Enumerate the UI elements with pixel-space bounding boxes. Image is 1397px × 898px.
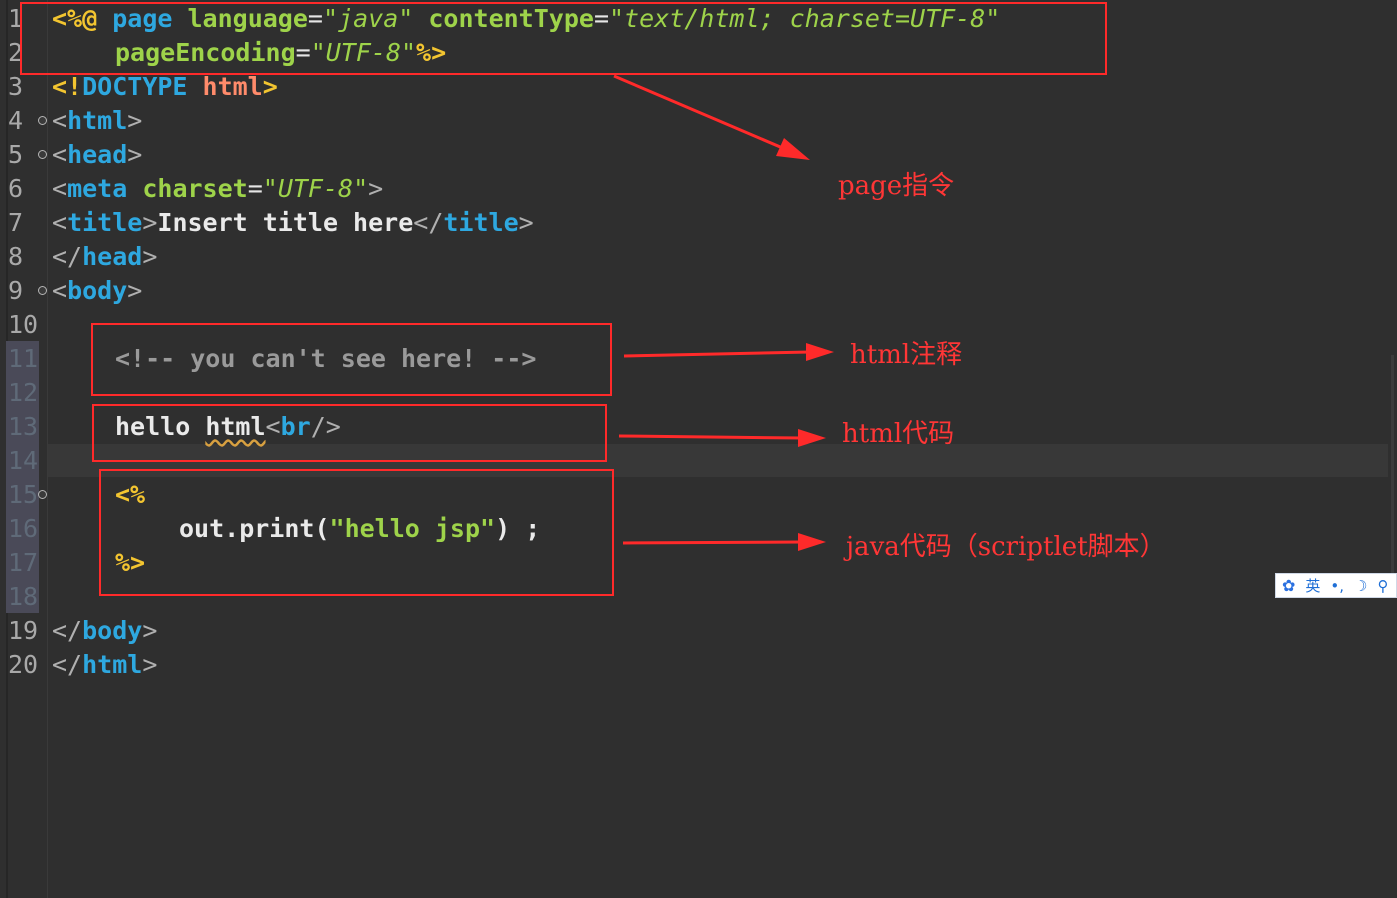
html-code-highlight-box xyxy=(92,404,607,462)
fold-toggle-icon[interactable] xyxy=(38,490,47,499)
search-icon[interactable]: ⚲ xyxy=(1378,577,1389,595)
line-number: 19 xyxy=(8,616,39,645)
tag-name: html xyxy=(82,650,143,679)
doctype-html: html xyxy=(202,72,263,101)
fold-toggle-icon[interactable] xyxy=(38,116,47,125)
bracket: < xyxy=(52,106,68,135)
java-code-highlight-box xyxy=(99,469,614,596)
line-number: 6 xyxy=(8,174,24,203)
line-number: 9 xyxy=(8,276,24,305)
line-number: 14 xyxy=(8,446,39,475)
code-line-7[interactable]: <title>Insert title here</title> xyxy=(52,206,534,240)
arrow-html-comment xyxy=(623,343,834,361)
code-line-20[interactable]: </html> xyxy=(52,648,157,682)
line-number: 17 xyxy=(8,548,39,577)
scroll-indicator[interactable] xyxy=(1391,355,1394,595)
bracket: > xyxy=(368,174,384,203)
tag-name: html xyxy=(67,106,128,135)
line-number: 18 xyxy=(8,582,39,611)
page-directive-highlight-box xyxy=(20,2,1107,75)
arrow-java-code xyxy=(622,533,826,551)
line-number: 12 xyxy=(8,378,39,407)
punctuation-icon[interactable]: •, xyxy=(1330,577,1344,595)
attr-name: charset xyxy=(142,174,248,203)
bracket: > xyxy=(142,208,158,237)
code-line-19[interactable]: </body> xyxy=(52,614,157,648)
annotation-html-comment: html注释 xyxy=(850,340,963,370)
line-number: 13 xyxy=(8,412,39,441)
line-number: 11 xyxy=(8,344,39,373)
tag-name: meta xyxy=(67,174,128,203)
bracket: < xyxy=(52,140,68,169)
bracket: > xyxy=(127,276,143,305)
code-line-9[interactable]: <body> xyxy=(52,274,142,308)
bracket: > xyxy=(127,106,143,135)
line-number: 7 xyxy=(8,208,24,237)
fold-toggle-icon[interactable] xyxy=(38,286,47,295)
ime-toolbar[interactable]: ✿ 英 •, ☽ ⚲ xyxy=(1275,573,1397,598)
tag-name: head xyxy=(67,140,128,169)
text-content: Insert title here xyxy=(157,208,414,237)
line-number: 15 xyxy=(8,480,39,509)
line-number: 3 xyxy=(8,72,24,101)
paw-icon[interactable]: ✿ xyxy=(1282,576,1295,595)
line-number: 4 xyxy=(8,106,24,135)
ime-mode-label[interactable]: 英 xyxy=(1305,575,1320,596)
html-comment-highlight-box xyxy=(91,323,612,396)
doctype-keyword: DOCTYPE xyxy=(82,72,188,101)
bracket: </ xyxy=(413,208,444,237)
doctype-close: > xyxy=(262,72,278,101)
attr-value: "UTF-8" xyxy=(262,174,369,203)
line-number: 8 xyxy=(8,242,24,271)
bracket: > xyxy=(142,650,158,679)
bracket: </ xyxy=(52,616,83,645)
code-line-5[interactable]: <head> xyxy=(52,138,142,172)
code-line-3[interactable]: <!DOCTYPE html> xyxy=(52,70,278,104)
annotation-page-directive: page指令 xyxy=(838,171,955,201)
code-line-4[interactable]: <html> xyxy=(52,104,142,138)
bracket: > xyxy=(142,616,158,645)
bracket: < xyxy=(52,174,68,203)
tag-name: body xyxy=(82,616,143,645)
doctype-open: <! xyxy=(52,72,83,101)
line-number: 16 xyxy=(8,514,39,543)
bracket: > xyxy=(518,208,534,237)
line-number: 10 xyxy=(8,310,39,339)
bracket: </ xyxy=(52,650,83,679)
bracket: < xyxy=(52,276,68,305)
line-number: 5 xyxy=(8,140,24,169)
tag-name: title xyxy=(443,208,519,237)
tag-name: title xyxy=(67,208,143,237)
bracket: > xyxy=(142,242,158,271)
annotation-java-code: java代码（scriptlet脚本） xyxy=(846,532,1166,562)
bracket: > xyxy=(127,140,143,169)
line-number: 20 xyxy=(8,650,39,679)
code-line-6[interactable]: <meta charset="UTF-8"> xyxy=(52,172,383,206)
tag-name: head xyxy=(82,242,143,271)
annotation-html-code: html代码 xyxy=(842,419,955,449)
equals: = xyxy=(247,174,263,203)
bracket: </ xyxy=(52,242,83,271)
code-line-8[interactable]: </head> xyxy=(52,240,157,274)
tag-name: body xyxy=(67,276,128,305)
bracket: < xyxy=(52,208,68,237)
arrow-page-directive xyxy=(613,74,810,160)
fold-toggle-icon[interactable] xyxy=(38,150,47,159)
moon-icon[interactable]: ☽ xyxy=(1354,577,1367,595)
